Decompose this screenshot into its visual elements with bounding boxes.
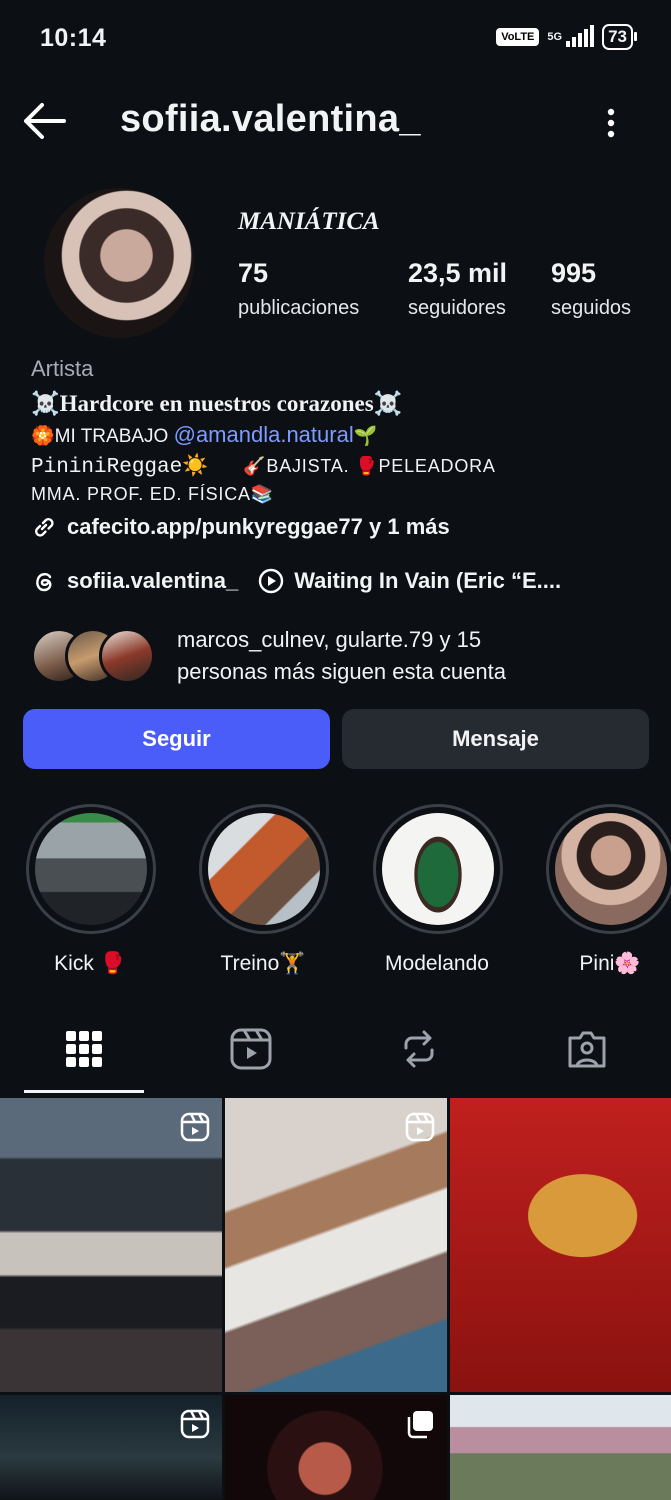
external-link[interactable]: cafecito.app/punkyreggae77 y 1 más (31, 514, 450, 540)
more-options-icon[interactable] (596, 104, 626, 144)
highlight-kick[interactable]: Kick 🥊 (26, 804, 156, 976)
stat-followers-label: seguidores (408, 297, 506, 319)
threads-icon (36, 573, 52, 592)
external-link-text: cafecito.app/punkyreggae77 y 1 más (67, 514, 450, 539)
post-thumbnail[interactable] (0, 1395, 222, 1500)
post-thumbnail[interactable] (225, 1098, 447, 1392)
mutual-followers[interactable]: marcos_culnev, gularte.79 y 15 personas … (31, 624, 506, 688)
network-type: 5G (547, 31, 563, 43)
mutual-followers-line-1: marcos_culnev, gularte.79 y 15 (177, 627, 482, 652)
post-thumbnail[interactable] (450, 1395, 671, 1500)
highlight-label: Treino🏋️ (220, 952, 306, 975)
link-icon (35, 518, 54, 537)
profile-avatar[interactable] (44, 188, 194, 338)
post-thumbnail[interactable] (225, 1395, 447, 1500)
bio-seedling: 🌱 (353, 426, 378, 447)
tagged-icon[interactable] (564, 1026, 610, 1072)
stat-following-value: 995 (551, 258, 597, 288)
active-tab-indicator (24, 1090, 144, 1093)
stat-posts[interactable]: 75 publicaciones (238, 258, 359, 320)
bio-line-3: PininiReggae☀️ 🎸BAJISTA. 🥊PELEADORA (31, 454, 496, 479)
grid-icon[interactable] (61, 1026, 107, 1072)
play-circle-icon (258, 568, 284, 594)
bio-work-label: 🏵️MI TRABAJO (31, 426, 174, 447)
stat-posts-value: 75 (238, 258, 269, 288)
reels-icon[interactable] (228, 1026, 274, 1072)
mutual-followers-line-2: personas más siguen esta cuenta (177, 659, 506, 684)
highlight-label: Kick 🥊 (54, 952, 126, 975)
highlight-treino[interactable]: Treino🏋️ (199, 804, 329, 976)
back-arrow-icon[interactable] (22, 100, 68, 142)
stat-posts-label: publicaciones (238, 297, 360, 319)
follow-button[interactable]: Seguir (23, 709, 330, 769)
reels-badge-icon (180, 1112, 210, 1142)
bio-line-1: ☠️Hardcore en nuestros corazones☠️ (31, 391, 403, 416)
stat-followers[interactable]: 23,5 mil seguidores (408, 258, 507, 320)
status-time: 10:14 (40, 24, 107, 52)
highlight-cover (382, 813, 494, 925)
bio-mention-link[interactable]: @amandla.natural (174, 422, 354, 447)
follower-avatar (99, 628, 155, 684)
highlight-label: Modelando (385, 952, 489, 975)
threads-music-row: sofiia.valentina_ Waiting In Vain (Eric … (31, 568, 561, 594)
stat-followers-value: 23,5 mil (408, 258, 508, 288)
threads-handle[interactable]: sofiia.valentina_ (67, 568, 238, 594)
profile-category: Artista (31, 356, 94, 381)
highlight-cover (35, 813, 147, 925)
message-button[interactable]: Mensaje (342, 709, 649, 769)
display-name: MANIÁTICA (238, 208, 380, 235)
bio-line-4: MMA. PROF. ED. FÍSICA📚 (31, 484, 275, 504)
stat-following-label: seguidos (551, 297, 632, 319)
bio-line-2: 🏵️MI TRABAJO @amandla.natural🌱 (31, 422, 377, 448)
highlight-label: Pini🌸 (579, 952, 641, 975)
post-thumbnail[interactable] (450, 1098, 671, 1392)
bio-pinini: PininiReggae☀️ (31, 456, 209, 479)
battery-indicator: 73 (602, 24, 637, 50)
highlight-pini[interactable]: Pini🌸 (546, 804, 671, 976)
carousel-badge-icon (407, 1411, 433, 1439)
profile-tabs (0, 1020, 671, 1096)
reposts-icon[interactable] (396, 1026, 442, 1072)
bio-roles: 🎸BAJISTA. 🥊PELEADORA (243, 456, 496, 476)
mutual-followers-text: marcos_culnev, gularte.79 y 15 personas … (177, 624, 506, 688)
highlight-cover (208, 813, 320, 925)
highlight-cover (555, 813, 667, 925)
profile-username: sofiia.valentina_ (120, 98, 421, 140)
post-thumbnail[interactable] (0, 1098, 222, 1392)
profile-music[interactable]: Waiting In Vain (Eric “E.... (294, 568, 561, 594)
highlight-modelando[interactable]: Modelando (373, 804, 503, 976)
volte-badge: VoLTE (496, 28, 540, 46)
stat-following[interactable]: 995 seguidos (551, 258, 631, 320)
status-indicators: VoLTE 5G 73 (496, 24, 637, 50)
signal-icon (566, 25, 595, 47)
reels-badge-icon (180, 1409, 210, 1439)
reels-badge-icon (405, 1112, 435, 1142)
